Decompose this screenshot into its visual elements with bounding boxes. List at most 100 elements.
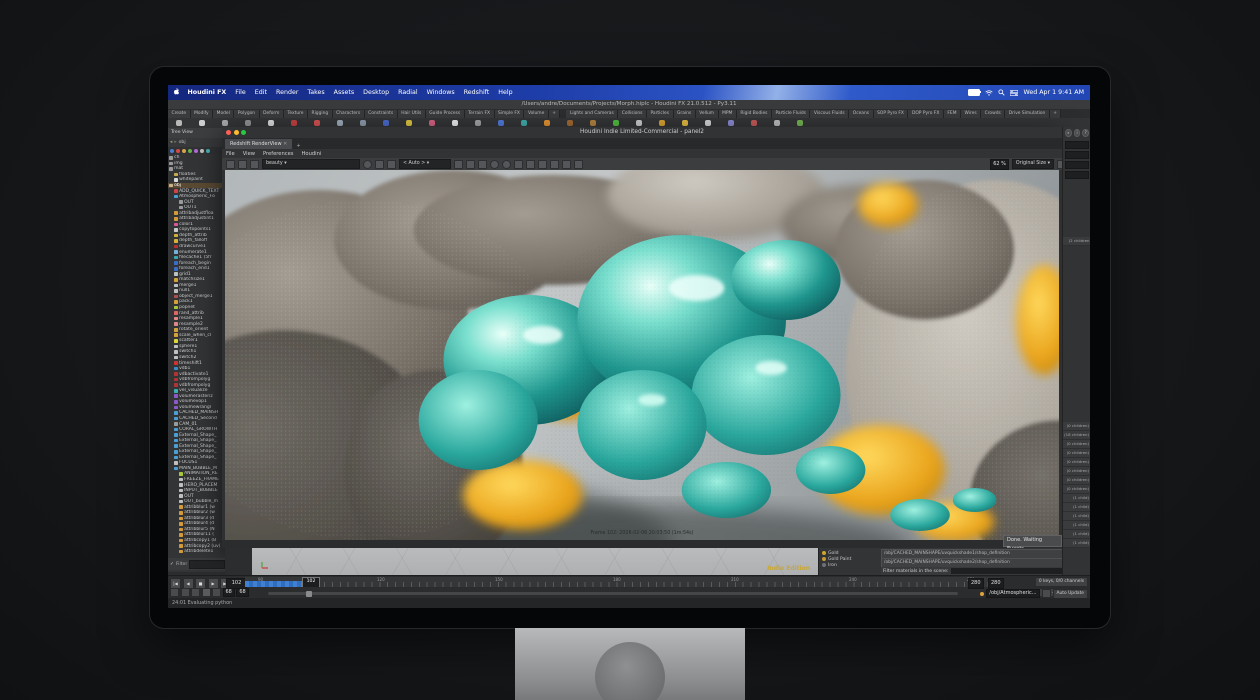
shelf-tool-icon[interactable] — [291, 120, 297, 126]
global-range-slider[interactable] — [268, 592, 958, 595]
shelf-tab[interactable]: Oceans — [849, 110, 873, 118]
transport-button[interactable]: ◀ — [183, 578, 194, 589]
expand-icon[interactable] — [526, 160, 535, 169]
shelf-tab[interactable]: Modify — [191, 110, 214, 118]
shelf-tab[interactable]: Deform — [260, 110, 284, 118]
shelf-tab[interactable]: Rigid Bodies — [737, 110, 772, 118]
children-count-row[interactable]: (1 child) — [1063, 512, 1090, 521]
shelf-tab[interactable]: Particle Fluids — [772, 110, 810, 118]
shelf-tab[interactable]: Grains — [674, 110, 696, 118]
transport-button[interactable]: ▶ — [208, 578, 219, 589]
menubar-item[interactable]: Windows — [422, 89, 459, 96]
parameter-field[interactable] — [1065, 151, 1089, 159]
shelf-tab[interactable]: Wires — [961, 110, 981, 118]
panel-tool-icon[interactable]: i — [1074, 129, 1081, 137]
shelf-tab[interactable]: + — [1050, 110, 1062, 118]
shelf-tab[interactable]: Viscous Fluids — [810, 110, 849, 118]
tree-tool-icon[interactable] — [194, 149, 198, 153]
tree-tool-icon[interactable] — [170, 149, 174, 153]
clear-icon[interactable] — [375, 160, 384, 169]
children-count-row[interactable]: (1 child) — [1063, 494, 1090, 503]
apple-menu-icon[interactable] — [168, 88, 183, 97]
window-title-bar[interactable]: Houdini Indie Limited-Commercial - panel… — [222, 127, 1062, 138]
tree-tool-icon[interactable] — [188, 149, 192, 153]
shelf-tab[interactable]: FEM — [944, 110, 961, 118]
renderview-menu-item[interactable]: Houdini — [298, 151, 326, 157]
save-snapshot-icon[interactable] — [238, 160, 247, 169]
parameter-field[interactable] — [1065, 141, 1089, 149]
renderview-menu-item[interactable]: View — [239, 151, 259, 157]
shelf-tool-icon[interactable] — [199, 120, 205, 126]
children-count-row[interactable]: (0 children) — [1063, 476, 1090, 485]
shelf-tool-icon[interactable] — [521, 120, 527, 126]
parameter-field[interactable] — [1065, 171, 1089, 179]
refresh-render-icon[interactable] — [250, 160, 259, 169]
crop-region-icon[interactable] — [387, 160, 396, 169]
parameter-field[interactable] — [1065, 161, 1089, 169]
aov-dropdown[interactable]: beauty ▾ — [262, 159, 360, 169]
tree-path[interactable]: obj — [179, 140, 186, 145]
shelf-tab[interactable]: Crowds — [981, 110, 1005, 118]
shelf-tab[interactable]: SOP Pyro FX — [874, 110, 909, 118]
shelf-tool-icon[interactable] — [544, 120, 550, 126]
snapshot-dot-icon[interactable] — [363, 160, 372, 169]
panel-tool-icon[interactable]: ⌕ — [1065, 129, 1072, 137]
shelf-tab[interactable]: Characters — [333, 110, 365, 118]
transport-button[interactable]: |◀ — [170, 578, 181, 589]
shelf-tool-icon[interactable] — [613, 120, 619, 126]
network-editor-canvas[interactable]: Indie Edition — [252, 548, 818, 575]
menubar-item[interactable]: Help — [494, 89, 517, 96]
shelf-tool-icon[interactable] — [682, 120, 688, 126]
current-node-path[interactable]: /obj/Atmospheric... — [986, 589, 1039, 598]
loop-mode-icon[interactable] — [191, 588, 200, 597]
shelf-tab[interactable]: Hair Utils — [398, 110, 426, 118]
shelf-tool-icon[interactable] — [383, 120, 389, 126]
shelf-tab[interactable]: Create — [168, 110, 191, 118]
timeline-track[interactable]: 90120150180210240270 102 — [245, 577, 1000, 587]
shelf-tool-icon[interactable] — [475, 120, 481, 126]
wifi-icon[interactable] — [985, 90, 993, 96]
shelf-tool-icon[interactable] — [452, 120, 458, 126]
shelf-tab[interactable]: Terrain FX — [465, 110, 495, 118]
shelf-tool-icon[interactable] — [268, 120, 274, 126]
menubar-item[interactable]: File — [231, 89, 251, 96]
range-start-field[interactable]: 68 — [223, 588, 235, 597]
shelf-tool-icon[interactable] — [774, 120, 780, 126]
shelf-tab[interactable]: Texture — [284, 110, 308, 118]
filter-check-icon[interactable]: ✓ — [170, 562, 174, 567]
close-traffic-light[interactable] — [226, 130, 231, 135]
tab-close-icon[interactable]: ✕ — [283, 141, 287, 147]
shelf-tool-icon[interactable] — [728, 120, 734, 126]
tree-filter-input[interactable] — [189, 560, 225, 569]
children-count-row[interactable]: (0 children) — [1063, 440, 1090, 449]
shelf-tab[interactable]: Lights and Cameras — [566, 110, 618, 118]
checker-background-icon[interactable] — [478, 160, 487, 169]
tree-tool-icon[interactable] — [200, 149, 204, 153]
menubar-app-name[interactable]: Houdini FX — [183, 89, 231, 96]
children-count-row[interactable]: (0 children) — [1063, 458, 1090, 467]
shelf-tab[interactable]: Constraints — [365, 110, 398, 118]
grid-icon[interactable] — [466, 160, 475, 169]
shelf-tab[interactable]: Particles — [647, 110, 674, 118]
shelf-tool-icon[interactable] — [176, 120, 182, 126]
clock-icon[interactable] — [490, 160, 499, 169]
auto-dropdown[interactable]: < Auto > ▾ — [399, 159, 451, 169]
shelf-tool-icon[interactable] — [705, 120, 711, 126]
refresh-icon[interactable] — [1042, 589, 1051, 598]
shelf-tool-icon[interactable] — [659, 120, 665, 126]
children-count-row[interactable]: (0 children) — [1063, 467, 1090, 476]
current-frame-field[interactable]: 102 — [226, 578, 247, 589]
open-snapshot-icon[interactable] — [226, 160, 235, 169]
tree-tool-icon[interactable] — [206, 149, 210, 153]
zoom-traffic-light[interactable] — [241, 130, 246, 135]
size-dropdown[interactable]: Original Size ▾ — [1012, 159, 1054, 169]
menubar-item[interactable]: Desktop — [359, 89, 394, 96]
copy-icon[interactable] — [574, 160, 583, 169]
nav-back-icon[interactable]: ◂ — [170, 140, 172, 145]
children-count-row[interactable]: (1 child) — [1063, 530, 1090, 539]
zoom-fit-icon[interactable] — [514, 160, 523, 169]
lock-icon[interactable] — [454, 160, 463, 169]
children-count-row[interactable]: (1 child) — [1063, 521, 1090, 530]
range-start-field-2[interactable]: 68 — [236, 588, 248, 597]
shelf-tool-icon[interactable] — [360, 120, 366, 126]
